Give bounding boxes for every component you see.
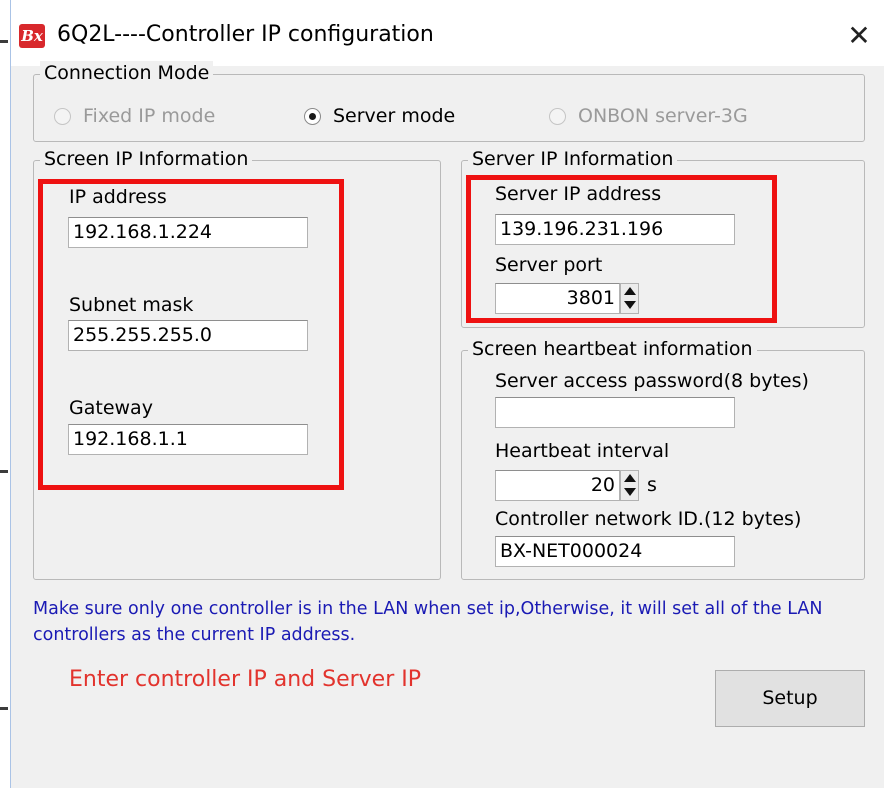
- title-bar: Bx 6Q2L----Controller IP configuration ✕: [11, 0, 884, 66]
- radio-button-checked-icon: [304, 107, 321, 125]
- app-logo-icon: Bx: [19, 24, 45, 48]
- heartbeat-interval-label: Heartbeat interval: [495, 440, 670, 462]
- screen-ip-highlight-box: [38, 179, 344, 490]
- radio-label: Fixed IP mode: [83, 105, 216, 127]
- spin-up-icon[interactable]: [622, 472, 637, 485]
- radio-button-icon: [54, 107, 71, 125]
- screen-ip-legend: Screen IP Information: [40, 147, 253, 171]
- heartbeat-interval-spinner[interactable]: [620, 470, 639, 501]
- connection-mode-legend: Connection Mode: [40, 61, 214, 85]
- controller-ip-dialog: Bx 6Q2L----Controller IP configuration ✕…: [10, 0, 884, 788]
- radio-label: Server mode: [333, 105, 456, 127]
- close-icon[interactable]: ✕: [841, 18, 877, 54]
- radio-onbon-server-3g[interactable]: ONBON server-3G: [549, 105, 748, 127]
- background-mark: [0, 707, 8, 710]
- background-mark: [0, 470, 8, 473]
- heartbeat-legend: Screen heartbeat information: [468, 337, 757, 361]
- annotation-text: Enter controller IP and Server IP: [69, 667, 422, 692]
- controller-network-id-label: Controller network ID.(12 bytes): [495, 508, 802, 530]
- server-password-input[interactable]: [495, 397, 735, 428]
- controller-network-id-input[interactable]: BX-NET000024: [495, 536, 735, 567]
- setup-button[interactable]: Setup: [715, 670, 865, 727]
- spin-down-icon[interactable]: [622, 486, 637, 499]
- warning-note: Make sure only one controller is in the …: [33, 599, 823, 645]
- server-ip-legend: Server IP Information: [468, 147, 678, 171]
- window-title: 6Q2L----Controller IP configuration: [57, 22, 434, 47]
- radio-button-icon: [549, 107, 566, 125]
- radio-server-mode[interactable]: Server mode: [304, 105, 455, 127]
- background-mark: [0, 40, 8, 43]
- server-ip-highlight-box: [466, 175, 777, 323]
- heartbeat-interval-unit: s: [647, 474, 657, 496]
- heartbeat-interval-input[interactable]: 20: [495, 470, 620, 501]
- radio-fixed-ip-mode[interactable]: Fixed IP mode: [54, 105, 215, 127]
- server-password-label: Server access password(8 bytes): [495, 370, 809, 392]
- radio-label: ONBON server-3G: [578, 105, 748, 127]
- connection-mode-group: Connection Mode Fixed IP mode Server mod…: [33, 61, 865, 142]
